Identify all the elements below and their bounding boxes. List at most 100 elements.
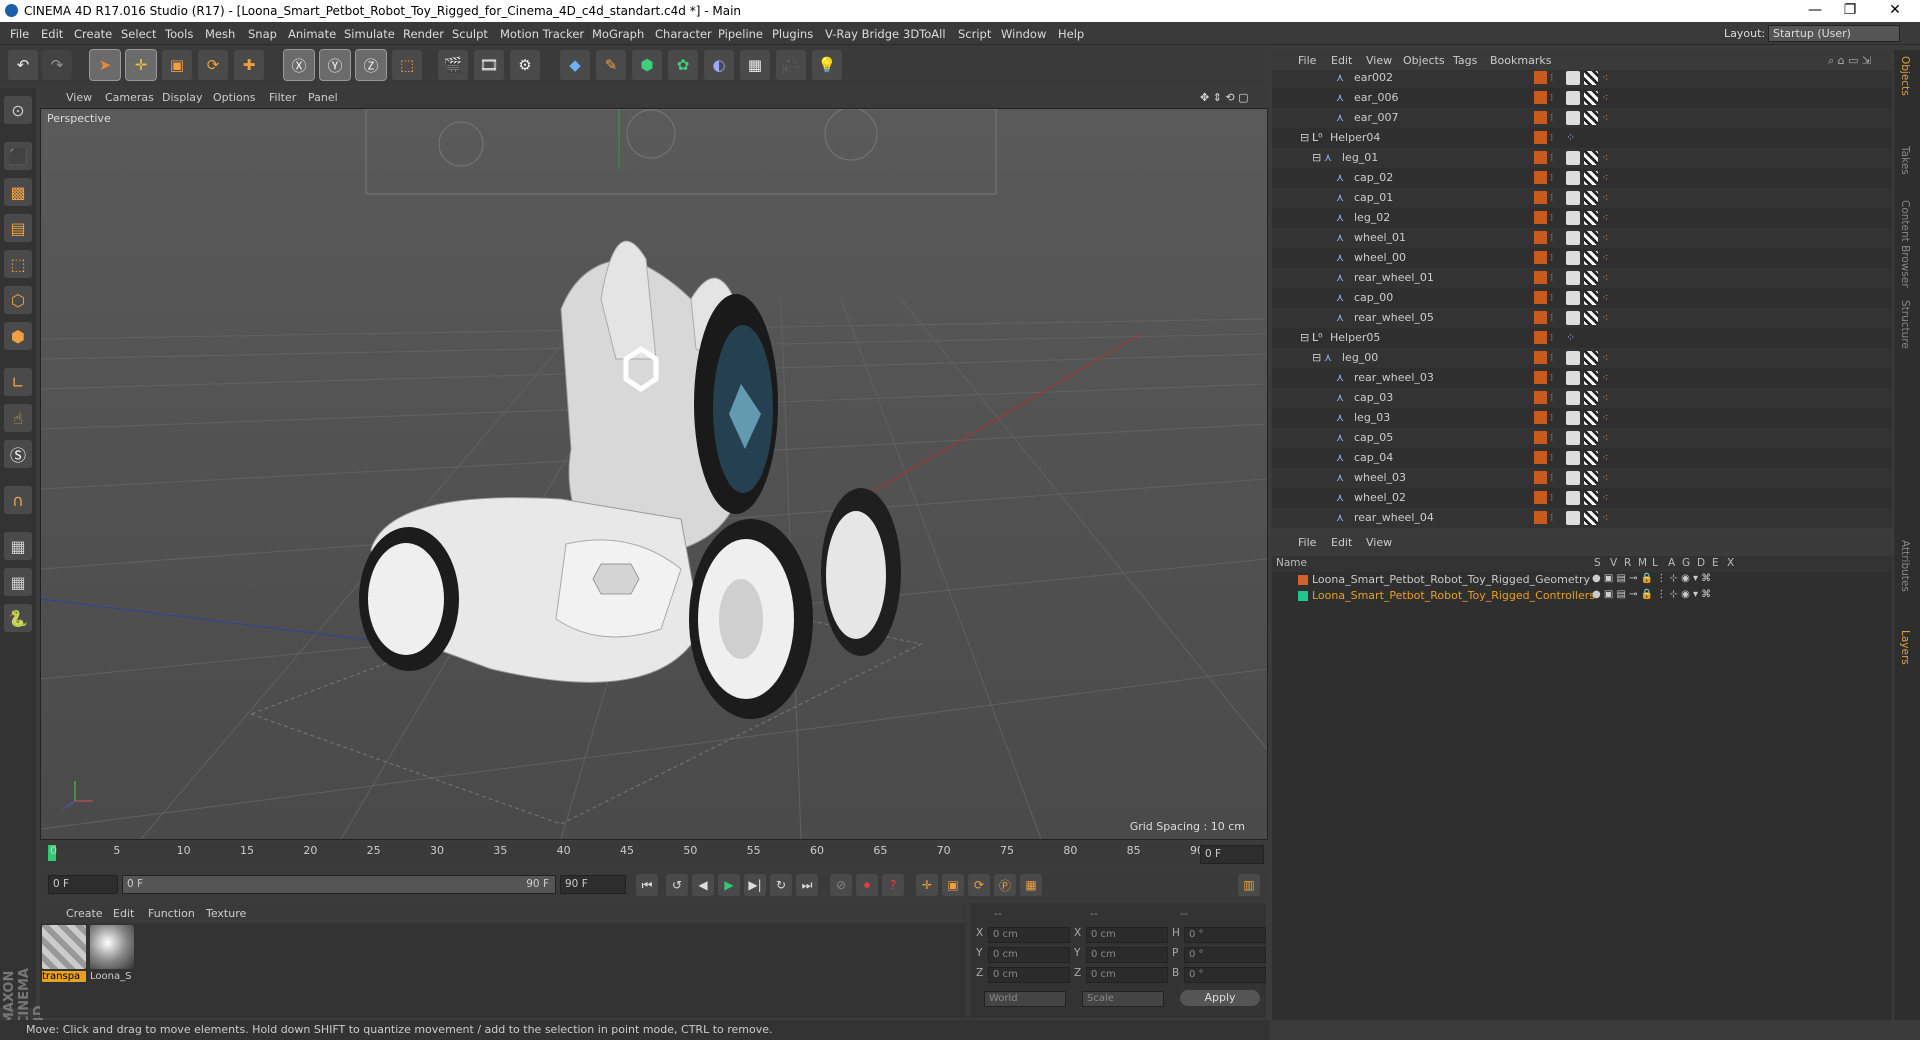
texture-tag-icon[interactable]: [1584, 171, 1598, 185]
visibility-dots[interactable]: ⁝: [1550, 231, 1554, 244]
texture-tag-icon[interactable]: [1584, 351, 1598, 365]
object-name[interactable]: cap_05: [1354, 431, 1393, 444]
undo-icon[interactable]: ↶: [8, 50, 38, 80]
expand-toggle-icon[interactable]: ⊟: [1312, 351, 1321, 364]
objmgr-menu-view[interactable]: View: [1366, 54, 1392, 67]
material-tag-icon[interactable]: [1566, 371, 1580, 385]
axis-mode-icon[interactable]: ∟: [4, 368, 32, 396]
texture-tag-icon[interactable]: [1584, 151, 1598, 165]
coords-pos-z[interactable]: 0 cm: [988, 967, 1070, 983]
layer-color-swatch[interactable]: [1534, 151, 1547, 164]
layer-flags-icons[interactable]: ● ▣ ▤ ⊸ 🔒 ⋮ ⊹ ◉ ▾ ⌘: [1592, 589, 1711, 600]
material-tag-icon[interactable]: [1566, 291, 1580, 305]
object-row[interactable]: ⋏ cap_00 ⁝ ⁖: [1272, 288, 1892, 308]
visibility-dots[interactable]: ⁝: [1550, 471, 1554, 484]
prev-frame-icon[interactable]: ◀: [692, 874, 714, 896]
object-row[interactable]: ⋏ cap_05 ⁝ ⁖: [1272, 428, 1892, 448]
visibility-dots[interactable]: ⁝: [1550, 331, 1554, 344]
visibility-dots[interactable]: ⁝: [1550, 91, 1554, 104]
menu-simulate[interactable]: Simulate: [344, 27, 395, 41]
restore-button[interactable]: ❐: [1835, 2, 1865, 18]
menu-vray-bridge[interactable]: V-Ray Bridge: [825, 27, 899, 41]
side-tab-content-browser[interactable]: Content Browser: [1899, 200, 1911, 288]
polygons-mode-icon[interactable]: ⬢: [4, 322, 32, 350]
visibility-dots[interactable]: ⁝: [1550, 311, 1554, 324]
material-tag-icon[interactable]: [1566, 151, 1580, 165]
ik-tag-icon[interactable]: ⁖: [1602, 71, 1616, 85]
visibility-dots[interactable]: ⁝: [1550, 71, 1554, 84]
material-tag-icon[interactable]: [1566, 491, 1580, 505]
material-tag-icon[interactable]: [1566, 231, 1580, 245]
layer-color-swatch[interactable]: [1534, 171, 1547, 184]
object-name[interactable]: cap_01: [1354, 191, 1393, 204]
object-row[interactable]: ⊟ L⁰ Helper05 ⁝ ⁘: [1272, 328, 1892, 348]
constraint-tag-icon[interactable]: ⁘: [1566, 331, 1580, 345]
layer-color-swatch[interactable]: [1534, 471, 1547, 484]
make-editable-icon[interactable]: ⊙: [4, 96, 32, 124]
timeline-window-icon[interactable]: ▥: [1238, 874, 1260, 896]
texture-tag-icon[interactable]: [1584, 111, 1598, 125]
object-row[interactable]: ⋏ wheel_01 ⁝ ⁖: [1272, 228, 1892, 248]
apply-button[interactable]: Apply: [1180, 990, 1260, 1006]
side-tab-structure[interactable]: Structure: [1899, 300, 1911, 349]
texture-tag-icon[interactable]: [1584, 491, 1598, 505]
texture-tag-icon[interactable]: [1584, 291, 1598, 305]
coords-scale-select[interactable]: Scale: [1082, 991, 1164, 1007]
visibility-dots[interactable]: ⁝: [1550, 131, 1554, 144]
viewport-menu-display[interactable]: Display: [162, 91, 203, 104]
material-tag-icon[interactable]: [1566, 271, 1580, 285]
object-row[interactable]: ⋏ leg_03 ⁝ ⁖: [1272, 408, 1892, 428]
visibility-dots[interactable]: ⁝: [1550, 171, 1554, 184]
menu-window[interactable]: Window: [1001, 27, 1046, 41]
deformer-icon[interactable]: ◐: [704, 50, 734, 80]
coords-size-y[interactable]: 0 cm: [1086, 947, 1168, 963]
material-tag-icon[interactable]: [1566, 311, 1580, 325]
coordinate-system-icon[interactable]: ⬚: [392, 50, 422, 80]
key-param-icon[interactable]: Ⓟ: [994, 874, 1016, 896]
next-key-icon[interactable]: ↻: [770, 874, 792, 896]
layer-name[interactable]: Loona_Smart_Petbot_Robot_Toy_Rigged_Cont…: [1312, 589, 1595, 602]
object-name[interactable]: cap_03: [1354, 391, 1393, 404]
object-row[interactable]: ⋏ wheel_02 ⁝ ⁖: [1272, 488, 1892, 508]
record-off-icon[interactable]: ⊘: [830, 874, 852, 896]
object-name[interactable]: leg_01: [1342, 151, 1378, 164]
object-row[interactable]: ⊟ ⋏ leg_01 ⁝ ⁖: [1272, 148, 1892, 168]
ik-tag-icon[interactable]: ⁖: [1602, 471, 1616, 485]
object-name[interactable]: leg_03: [1354, 411, 1390, 424]
object-row[interactable]: ⋏ rear_wheel_03 ⁝ ⁖: [1272, 368, 1892, 388]
prev-key-icon[interactable]: ↺: [666, 874, 688, 896]
layer-column-header[interactable]: R: [1624, 557, 1631, 569]
material-tag-icon[interactable]: [1566, 451, 1580, 465]
object-row[interactable]: ⋏ cap_01 ⁝ ⁖: [1272, 188, 1892, 208]
layer-color-swatch[interactable]: [1534, 491, 1547, 504]
viewport-menu-panel[interactable]: Panel: [308, 91, 338, 104]
material-tag-icon[interactable]: [1566, 71, 1580, 85]
texture-tag-icon[interactable]: [1584, 411, 1598, 425]
ik-tag-icon[interactable]: ⁖: [1602, 231, 1616, 245]
object-name[interactable]: rear_wheel_03: [1354, 371, 1434, 384]
object-name[interactable]: wheel_01: [1354, 231, 1406, 244]
menu-character[interactable]: Character: [655, 27, 712, 41]
ik-tag-icon[interactable]: ⁖: [1602, 371, 1616, 385]
layer-color-swatch[interactable]: [1534, 191, 1547, 204]
ik-tag-icon[interactable]: ⁖: [1602, 151, 1616, 165]
redo-icon[interactable]: ↷: [42, 50, 72, 80]
object-row[interactable]: ⋏ wheel_00 ⁝ ⁖: [1272, 248, 1892, 268]
layer-row[interactable]: Loona_Smart_Petbot_Robot_Toy_Rigged_Cont…: [1272, 588, 1892, 604]
layer-color-swatch[interactable]: [1534, 91, 1547, 104]
object-name[interactable]: wheel_03: [1354, 471, 1406, 484]
object-name[interactable]: ear_006: [1354, 91, 1399, 104]
render-picture-viewer-icon[interactable]: 🎞: [474, 50, 504, 80]
visibility-dots[interactable]: ⁝: [1550, 151, 1554, 164]
object-row[interactable]: ⋏ rear_wheel_04 ⁝ ⁖: [1272, 508, 1892, 528]
layer-column-header[interactable]: A: [1668, 557, 1675, 569]
object-row[interactable]: ⋏ ear_007 ⁝ ⁖: [1272, 108, 1892, 128]
viewport-menu-filter[interactable]: Filter: [269, 91, 296, 104]
texture-tag-icon[interactable]: [1584, 471, 1598, 485]
layer-color-swatch[interactable]: [1534, 251, 1547, 264]
viewport-menu-cameras[interactable]: Cameras: [105, 91, 154, 104]
visibility-dots[interactable]: ⁝: [1550, 391, 1554, 404]
ik-tag-icon[interactable]: ⁖: [1602, 111, 1616, 125]
material-menu-function[interactable]: Function: [148, 907, 195, 920]
object-name[interactable]: Helper04: [1330, 131, 1380, 144]
